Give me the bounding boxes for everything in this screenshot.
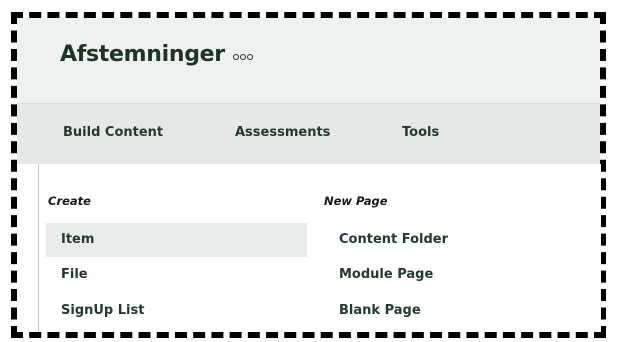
menu-item-label: File [61,267,88,282]
more-options-icon[interactable] [232,53,253,60]
tab-tools[interactable]: Tools [402,125,439,140]
content-tabbar: Build Content Assessments Tools [17,103,600,164]
more-dot [246,53,253,60]
content-frame: Afstemninger Build Content Assessments T… [11,12,606,338]
build-content-menu: Create New Page Item File SignUp List Co… [38,164,601,332]
page-header: Afstemninger [17,18,600,103]
menu-item-label: SignUp List [61,303,145,318]
menu-item-label: Blank Page [339,303,421,318]
tab-build-content[interactable]: Build Content [63,125,163,140]
menu-item-label: Module Page [339,267,434,282]
menu-item-signup-list[interactable]: SignUp List [61,294,144,328]
tab-assessments[interactable]: Assessments [235,125,330,140]
menu-item-label: Item [61,232,95,247]
menu-item-item[interactable]: Item [46,223,307,257]
menu-item-blank-page[interactable]: Blank Page [339,294,421,328]
menu-item-content-folder[interactable]: Content Folder [339,223,448,257]
more-dot [239,53,246,60]
menu-item-module-page[interactable]: Module Page [339,258,433,292]
more-dot [232,53,239,60]
menu-item-file[interactable]: File [61,258,88,292]
create-heading: Create [48,194,91,208]
title-row: Afstemninger [60,42,253,67]
page-title: Afstemninger [60,42,225,67]
new-page-heading: New Page [324,194,388,208]
menu-item-label: Content Folder [339,232,449,247]
